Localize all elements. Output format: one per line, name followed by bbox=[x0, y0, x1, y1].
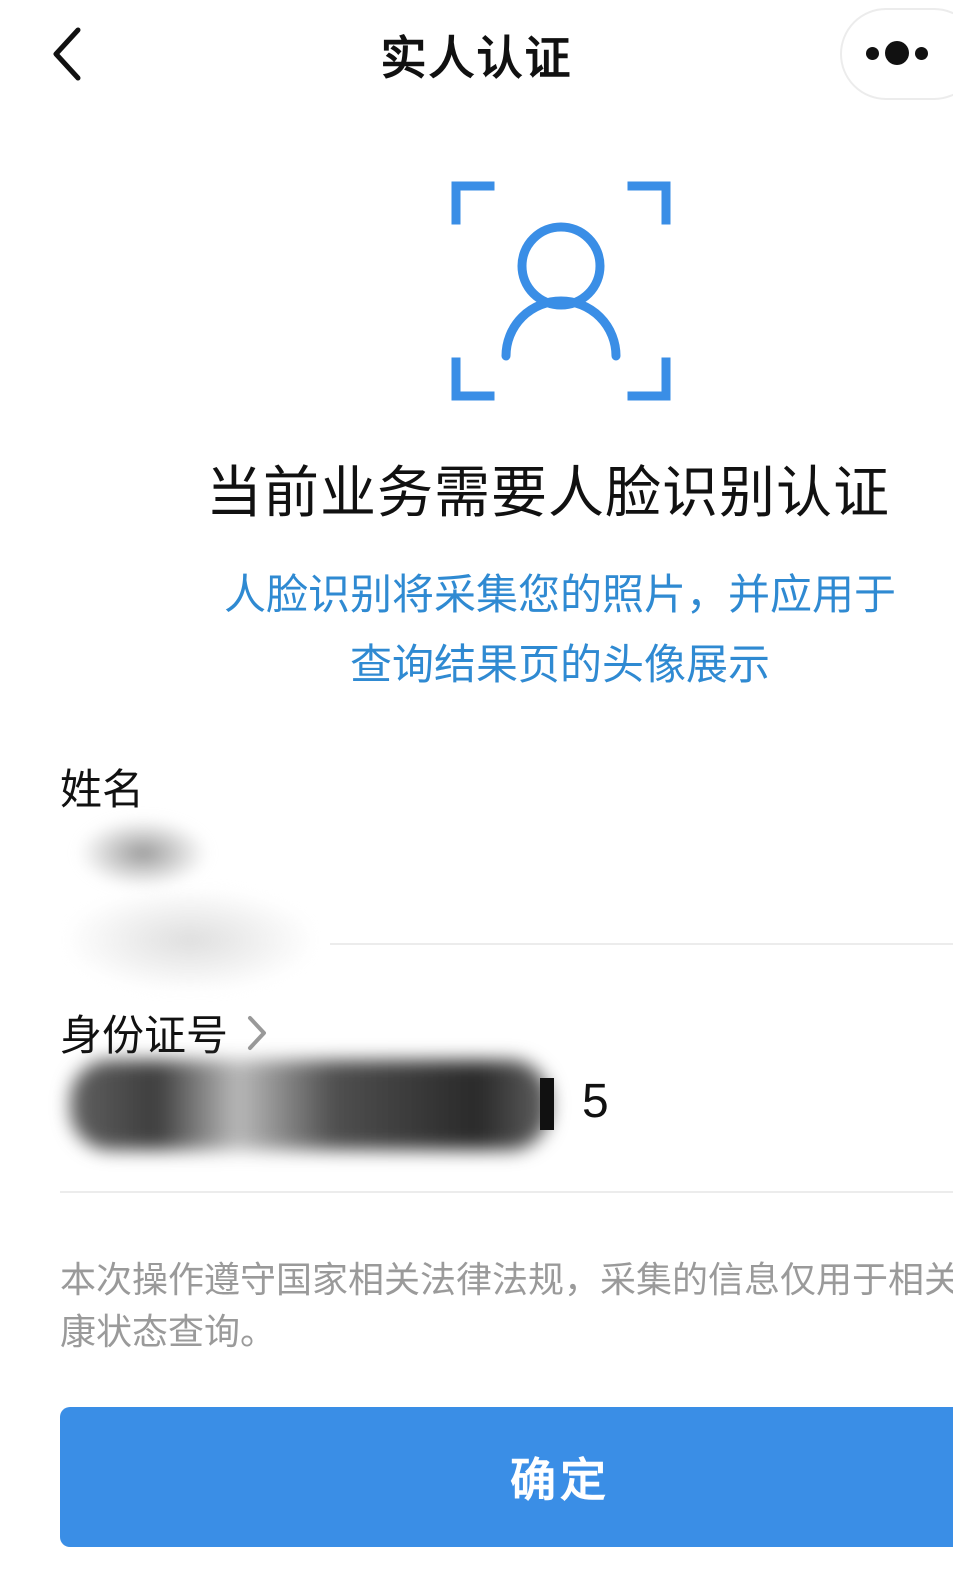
name-label: 姓名 bbox=[60, 765, 145, 814]
chevron-right-icon bbox=[248, 1015, 267, 1050]
id-number-suffix: 5 bbox=[582, 1075, 609, 1128]
real-name-auth-page: 实人认证 当前业务需要人脸识别认证 人脸识别将采集您的照片，并应用于 查询结果页… bbox=[0, 0, 953, 1575]
page-title: 实人认证 bbox=[380, 31, 573, 85]
more-button[interactable] bbox=[866, 30, 946, 76]
id-number-label-row[interactable]: 身份证号 bbox=[60, 1002, 268, 1063]
id-number-redacted bbox=[70, 1060, 550, 1150]
more-dot-small bbox=[915, 46, 928, 60]
divider bbox=[330, 943, 953, 945]
auth-heading: 当前业务需要人脸识别认证 bbox=[206, 461, 890, 526]
name-value-redacted-smudge bbox=[70, 890, 310, 990]
id-number-redacted-edge bbox=[540, 1078, 554, 1130]
name-value-redacted bbox=[78, 818, 208, 888]
privacy-notice-line-1: 人脸识别将采集您的照片，并应用于 bbox=[223, 570, 896, 619]
id-number-label: 身份证号 bbox=[60, 1011, 229, 1060]
confirm-button[interactable]: 确定 bbox=[60, 1407, 953, 1547]
privacy-notice: 人脸识别将采集您的照片，并应用于 查询结果页的头像展示 bbox=[150, 560, 953, 700]
face-recognition-icon bbox=[451, 181, 671, 401]
divider bbox=[60, 1191, 953, 1193]
legal-disclaimer: 本次操作遵守国家相关法律法规，采集的信息仅用于相关健康状态查询。 bbox=[60, 1260, 953, 1353]
more-dot-large bbox=[885, 41, 909, 65]
more-dots-icon bbox=[866, 46, 879, 60]
privacy-notice-line-2: 查询结果页的头像展示 bbox=[349, 640, 770, 689]
